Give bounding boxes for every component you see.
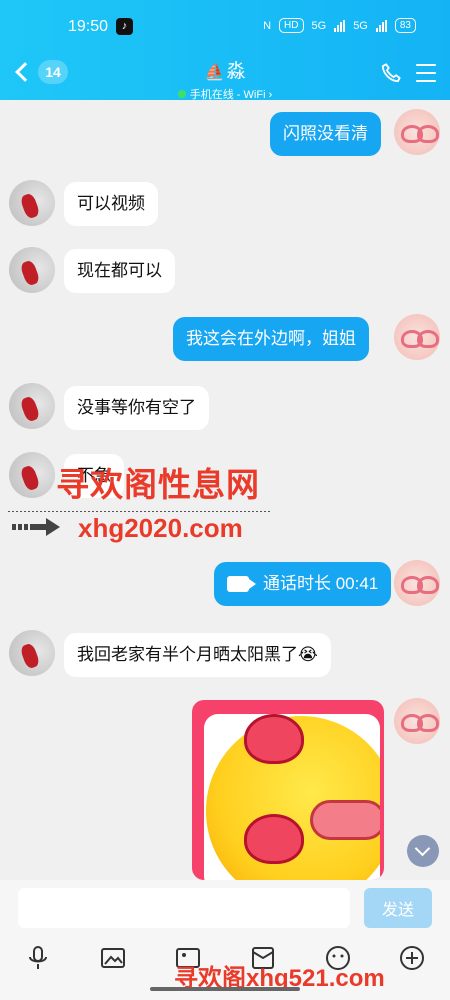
watermark-url: xhg2020.com	[78, 513, 243, 543]
contact-avatar[interactable]	[9, 180, 55, 226]
my-avatar[interactable]	[394, 560, 440, 606]
image-frame-icon[interactable]	[99, 944, 127, 972]
heart-eye-icon	[244, 814, 304, 864]
send-button[interactable]: 发送	[364, 888, 432, 928]
message-bubble-out[interactable]: 闪照没看清	[270, 112, 381, 156]
home-indicator[interactable]	[150, 987, 300, 991]
call-duration-text: 通话时长 00:41	[263, 574, 379, 593]
message-input[interactable]	[18, 888, 350, 928]
phone-icon[interactable]	[380, 62, 402, 84]
tongue-icon	[310, 800, 380, 840]
contact-name: 淼	[226, 61, 246, 82]
message-bubble-in[interactable]: 现在都可以	[64, 249, 175, 293]
message-bubble-out[interactable]: 我这会在外边啊，姐姐	[173, 317, 369, 361]
signal-icon	[334, 19, 346, 32]
sticker-frame	[204, 714, 380, 880]
status-icons: N HD 5G 5G 83	[263, 18, 416, 33]
heart-eye-icon	[244, 714, 304, 764]
signal-icon-2	[375, 19, 387, 32]
microphone-icon[interactable]	[24, 944, 52, 972]
chat-header: 19:50 ♪ N HD 5G 5G 83 14 ⛵ 淼 手机在线 - WiFi …	[0, 0, 450, 101]
message-bubble-in[interactable]: 我回老家有半个月晒太阳黑了😭	[64, 633, 331, 677]
contact-avatar[interactable]	[9, 630, 55, 676]
contact-avatar[interactable]	[9, 247, 55, 293]
my-avatar[interactable]	[394, 109, 440, 155]
signal-5g-label: 5G	[311, 19, 327, 32]
signal-5g-label-2: 5G	[353, 19, 368, 32]
battery-icon: 83	[394, 18, 416, 33]
online-dot-icon	[177, 90, 186, 98]
sticker-message[interactable]	[192, 700, 384, 880]
contact-avatar[interactable]	[9, 452, 55, 498]
message-bubble-in[interactable]: 可以视频	[64, 182, 158, 226]
nfc-icon: N	[263, 19, 272, 32]
contact-avatar[interactable]	[9, 383, 55, 429]
arrow-right-icon	[12, 518, 60, 536]
watermark-site-name: 寻欢阁性息网	[56, 466, 260, 503]
my-avatar[interactable]	[394, 314, 440, 360]
video-camera-icon	[227, 576, 256, 592]
tiktok-icon: ♪	[116, 18, 133, 35]
menu-icon[interactable]	[416, 64, 436, 82]
message-bubble-in[interactable]: 没事等你有空了	[64, 386, 209, 430]
video-call-bubble[interactable]: 通话时长 00:41	[214, 562, 392, 606]
status-time: 19:50	[68, 18, 109, 35]
sailboat-icon: ⛵	[204, 64, 225, 81]
plus-icon[interactable]	[398, 944, 426, 972]
hd-icon: HD	[279, 18, 304, 33]
scroll-down-button[interactable]	[407, 835, 439, 867]
watermark-divider	[8, 511, 270, 512]
my-avatar[interactable]	[394, 698, 440, 744]
